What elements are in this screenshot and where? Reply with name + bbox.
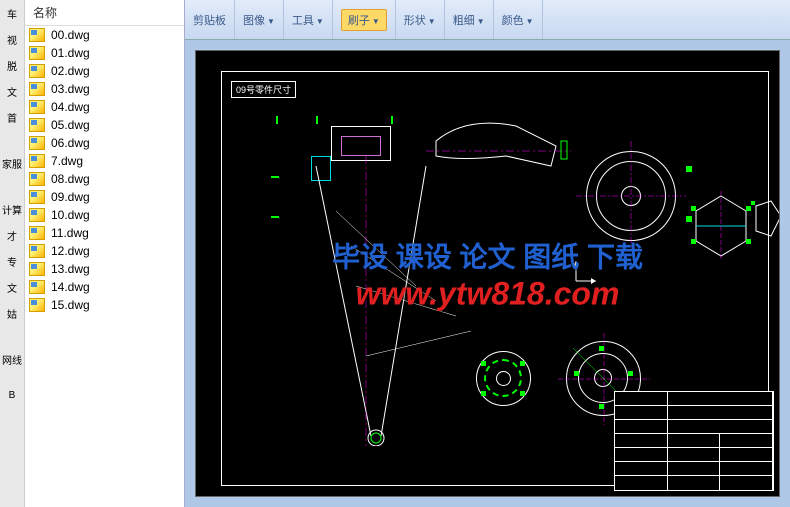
file-item[interactable]: 00.dwg xyxy=(25,26,184,44)
dwg-file-icon xyxy=(29,280,45,294)
file-name-label: 13.dwg xyxy=(51,262,90,276)
dwg-file-icon xyxy=(29,262,45,276)
file-item[interactable]: 15.dwg xyxy=(25,296,184,314)
ribbon-shapes[interactable]: 形状▼ xyxy=(396,0,445,39)
sidebar-tab-9[interactable]: 文 xyxy=(2,276,22,298)
sidebar-tab-3[interactable]: 文 xyxy=(2,80,22,102)
ribbon-color[interactable]: 颜色▼ xyxy=(494,0,543,39)
file-item[interactable]: 02.dwg xyxy=(25,62,184,80)
dwg-file-icon xyxy=(29,172,45,186)
ribbon-tools-label: 工具 xyxy=(292,15,314,27)
dwg-file-icon xyxy=(29,82,45,96)
file-item[interactable]: 11.dwg xyxy=(25,224,184,242)
main-area: 剪贴板 图像▼ 工具▼ 刷子▼ 形状▼ 粗细▼ 颜色▼ 09号零件尺寸 xyxy=(185,0,790,507)
file-item[interactable]: 06.dwg xyxy=(25,134,184,152)
dwg-file-icon xyxy=(29,208,45,222)
file-panel-header[interactable]: 名称 xyxy=(25,0,184,26)
file-name-label: 11.dwg xyxy=(51,226,89,240)
dropdown-arrow-icon: ▼ xyxy=(316,17,324,26)
file-name-label: 08.dwg xyxy=(51,172,90,186)
file-item[interactable]: 09.dwg xyxy=(25,188,184,206)
file-name-label: 14.dwg xyxy=(51,280,90,294)
ribbon-clipboard[interactable]: 剪贴板 xyxy=(185,0,235,39)
dwg-file-icon xyxy=(29,154,45,168)
dwg-file-icon xyxy=(29,298,45,312)
file-item[interactable]: 01.dwg xyxy=(25,44,184,62)
dwg-file-icon xyxy=(29,226,45,240)
ribbon-color-label: 颜色 xyxy=(502,15,524,27)
dropdown-arrow-icon: ▼ xyxy=(428,17,436,26)
sidebar-tab-7[interactable]: 才 xyxy=(2,224,22,246)
file-item[interactable]: 05.dwg xyxy=(25,116,184,134)
cad-section-view xyxy=(426,111,576,191)
dropdown-arrow-icon: ▼ xyxy=(372,17,380,26)
cad-detail-view xyxy=(751,196,780,256)
file-name-label: 03.dwg xyxy=(51,82,90,96)
sidebar-tab-8[interactable]: 专 xyxy=(2,250,22,272)
file-name-label: 12.dwg xyxy=(51,244,90,258)
file-name-label: 05.dwg xyxy=(51,118,90,132)
file-item[interactable]: 10.dwg xyxy=(25,206,184,224)
dwg-file-icon xyxy=(29,46,45,60)
file-name-label: 02.dwg xyxy=(51,64,90,78)
sidebar-tab-12[interactable]: B xyxy=(2,384,22,406)
cad-hexagon-view xyxy=(686,191,756,261)
file-list: 00.dwg 01.dwg 02.dwg 03.dwg 04.dwg 05.dwg 06.d… xyxy=(25,26,184,507)
ribbon-thickness-label: 粗细 xyxy=(453,15,475,27)
dwg-file-icon xyxy=(29,64,45,78)
cad-title-label: 09号零件尺寸 xyxy=(231,81,296,98)
dwg-file-icon xyxy=(29,190,45,204)
dwg-file-icon xyxy=(29,244,45,258)
file-name-label: 15.dwg xyxy=(51,298,90,312)
file-name-label: 09.dwg xyxy=(51,190,90,204)
ribbon-tools[interactable]: 工具▼ xyxy=(284,0,333,39)
ribbon-image[interactable]: 图像▼ xyxy=(235,0,284,39)
file-name-label: 01.dwg xyxy=(51,46,90,60)
sidebar-tab-10[interactable]: 姑 xyxy=(2,302,22,324)
dwg-file-icon xyxy=(29,118,45,132)
file-item[interactable]: 12.dwg xyxy=(25,242,184,260)
sidebar-tab-4[interactable]: 首 xyxy=(2,106,22,128)
ribbon-shapes-label: 形状 xyxy=(404,15,426,27)
file-name-label: 04.dwg xyxy=(51,100,90,114)
sidebar-tab-5[interactable]: 家服 xyxy=(2,152,22,174)
sidebar-tab-1[interactable]: 视 xyxy=(2,28,22,50)
dwg-file-icon xyxy=(29,100,45,114)
dwg-file-icon xyxy=(29,28,45,42)
ribbon-clipboard-label: 剪贴板 xyxy=(193,12,226,28)
cad-canvas[interactable]: 09号零件尺寸 xyxy=(195,50,780,497)
dropdown-arrow-icon: ▼ xyxy=(526,17,534,26)
file-name-label: 10.dwg xyxy=(51,208,90,222)
canvas-area: 09号零件尺寸 xyxy=(185,40,790,507)
file-item[interactable]: 7.dwg xyxy=(25,152,184,170)
sidebar-tab-0[interactable]: 车 xyxy=(2,2,22,24)
sidebar-tab-11[interactable]: 网线 xyxy=(2,348,22,370)
ribbon-brush[interactable]: 刷子▼ xyxy=(333,0,396,39)
ucs-icon xyxy=(571,256,601,286)
ribbon-brush-label: 刷子 xyxy=(348,15,370,27)
file-item[interactable]: 14.dwg xyxy=(25,278,184,296)
sidebar-tab-2[interactable]: 脱 xyxy=(2,54,22,76)
file-name-label: 06.dwg xyxy=(51,136,90,150)
dropdown-arrow-icon: ▼ xyxy=(477,17,485,26)
ribbon-image-label: 图像 xyxy=(243,15,265,27)
left-sidebar: 车 视 脱 文 首 家服 计算 才 专 文 姑 网线 B xyxy=(0,0,25,507)
file-panel: 名称 00.dwg01.dwg02.dwg03.dwg04.dwg05.dwg0… xyxy=(25,0,185,507)
ribbon-toolbar: 剪贴板 图像▼ 工具▼ 刷子▼ 形状▼ 粗细▼ 颜色▼ xyxy=(185,0,790,40)
dropdown-arrow-icon: ▼ xyxy=(267,17,275,26)
file-name-label: 7.dwg xyxy=(51,154,83,168)
file-item[interactable]: 03.dwg xyxy=(25,80,184,98)
file-item[interactable]: 04.dwg xyxy=(25,98,184,116)
ribbon-thickness[interactable]: 粗细▼ xyxy=(445,0,494,39)
file-name-label: 00.dwg xyxy=(51,28,90,42)
dwg-file-icon xyxy=(29,136,45,150)
cad-title-block xyxy=(614,391,774,491)
file-item[interactable]: 13.dwg xyxy=(25,260,184,278)
sidebar-tab-6[interactable]: 计算 xyxy=(2,198,22,220)
file-item[interactable]: 08.dwg xyxy=(25,170,184,188)
